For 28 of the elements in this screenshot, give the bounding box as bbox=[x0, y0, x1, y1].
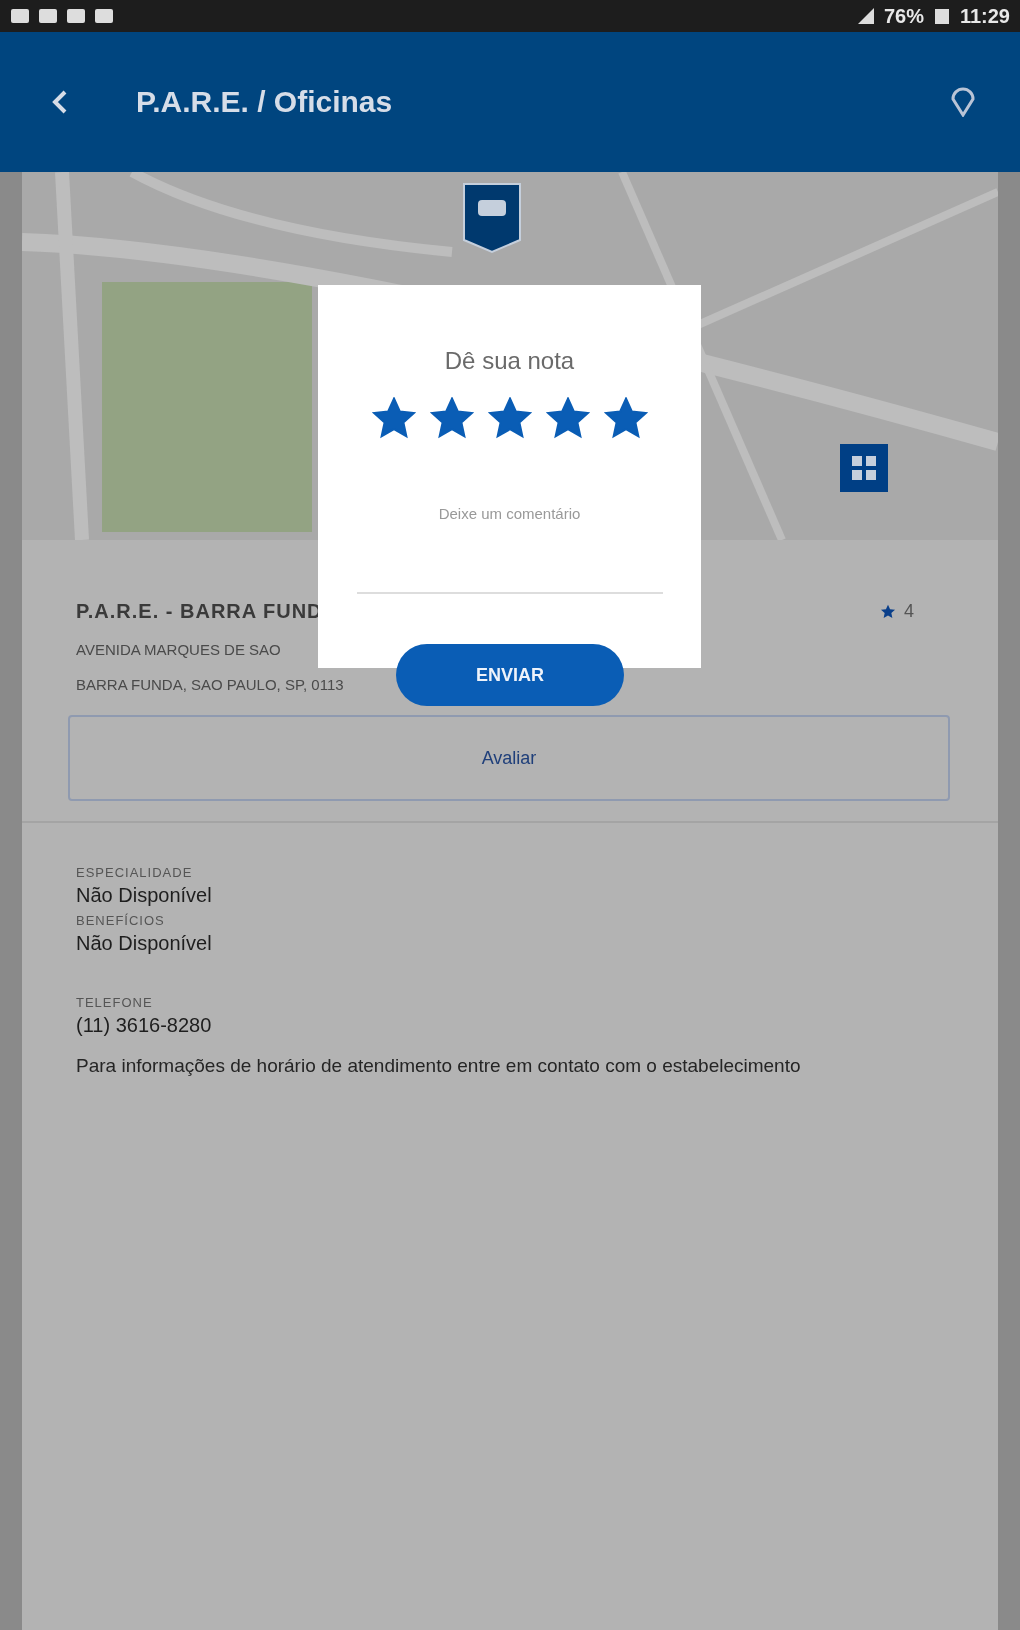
opening-hours-note: Para informações de horário de atendimento entre em contato com o estabelecimento bbox=[76, 1055, 801, 1077]
notification-icon bbox=[10, 7, 30, 25]
send-button[interactable]: ENVIAR bbox=[396, 644, 624, 706]
star-icon[interactable] bbox=[429, 397, 474, 439]
notification-icon bbox=[94, 7, 114, 25]
grid-icon[interactable] bbox=[840, 444, 888, 492]
detail-label: BENEFÍCIOS bbox=[76, 913, 165, 928]
detail-value: Não Disponível bbox=[76, 884, 212, 907]
battery-level: 76% bbox=[883, 4, 924, 28]
star-icon[interactable] bbox=[487, 397, 532, 439]
screen-title: P.A.R.E. / Oficinas bbox=[136, 85, 394, 119]
map-marker-icon[interactable] bbox=[462, 182, 522, 254]
detail-value: (11) 3616-8280 bbox=[76, 1014, 212, 1037]
dialog-title: Dê sua nota bbox=[444, 347, 575, 375]
detail-label: ESPECIALIDADE bbox=[76, 865, 193, 880]
star-icon[interactable] bbox=[371, 397, 416, 439]
address-line: BARRA FUNDA, SAO PAULO, SP, 0113 bbox=[76, 676, 344, 693]
detail-value: Não Disponível bbox=[76, 932, 212, 955]
notification-icon bbox=[38, 7, 58, 25]
notification-icon bbox=[66, 7, 86, 25]
clock: 11:29 bbox=[959, 4, 1010, 28]
star-icon[interactable] bbox=[603, 397, 648, 439]
star-icon bbox=[880, 604, 896, 619]
star-icon[interactable] bbox=[545, 397, 590, 439]
rating-value: 4 bbox=[904, 601, 914, 622]
address-line: AVENIDA MARQUES DE SAO bbox=[76, 641, 281, 658]
rate-button[interactable]: Avaliar bbox=[68, 715, 950, 801]
detail-label: TELEFONE bbox=[76, 995, 153, 1010]
